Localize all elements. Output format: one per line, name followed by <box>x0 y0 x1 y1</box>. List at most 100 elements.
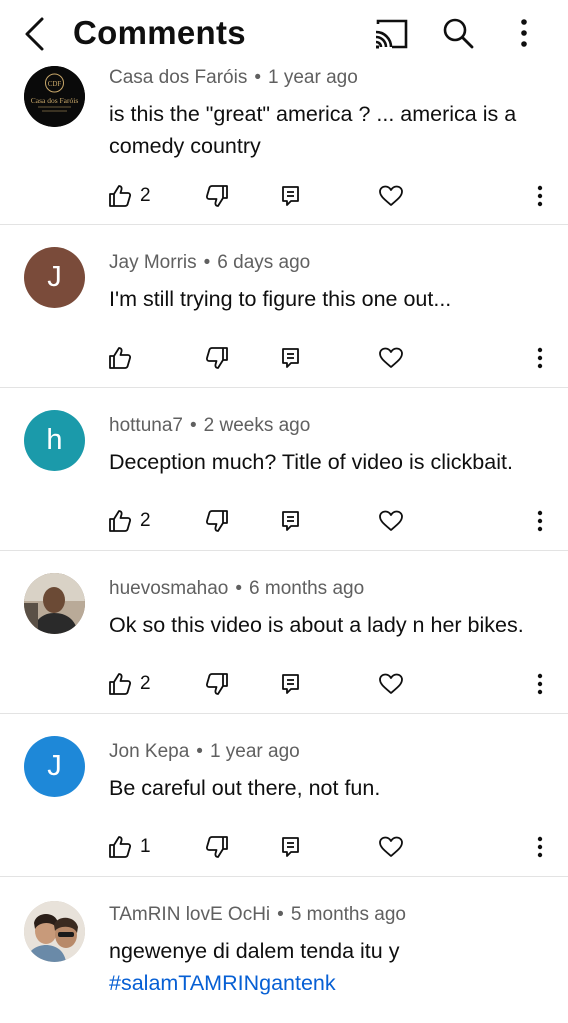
heart-icon <box>379 347 403 368</box>
reply-button[interactable] <box>280 344 302 372</box>
reply-comment-icon <box>282 186 299 206</box>
heart-icon <box>379 673 403 694</box>
comment-text: I'm still trying to figure this one out.… <box>109 287 452 311</box>
like-button[interactable] <box>108 344 140 372</box>
comment-text-line: ngewenye di dalem tenda itu y <box>109 939 400 963</box>
page-title: Comments <box>73 14 246 51</box>
like-button[interactable]: 2 <box>108 507 151 535</box>
comment-text: ngewenye di dalem tenda itu y #salamTAMR… <box>109 935 549 999</box>
hashtag-link[interactable]: #salamTAMRINgantenk <box>109 967 549 999</box>
cast-button[interactable] <box>373 18 409 50</box>
reply-button[interactable] <box>280 833 302 861</box>
dislike-button[interactable] <box>205 670 229 698</box>
comment-time: 5 months ago <box>290 904 406 925</box>
reply-button[interactable] <box>280 670 302 698</box>
dislike-button[interactable] <box>205 507 229 535</box>
comment-meta: Jon Kepa • 1 year ago <box>109 741 300 763</box>
like-count: 2 <box>140 185 151 206</box>
comment-actions: 2 <box>0 182 568 210</box>
comment-author[interactable]: Jon Kepa <box>109 741 189 762</box>
like-button[interactable]: 2 <box>108 670 151 698</box>
comment-time: 2 weeks ago <box>203 415 311 436</box>
comment-item: huevosmahao • 6 months ago Ok so this vide… <box>0 551 568 714</box>
heart-button[interactable] <box>378 833 404 861</box>
reply-comment-icon <box>282 511 299 531</box>
dislike-button[interactable] <box>205 182 229 210</box>
more-vert-icon <box>537 836 543 858</box>
comment-meta: Jay Morris • 6 days ago <box>109 252 310 274</box>
comment-author[interactable]: huevosmahao <box>109 578 228 599</box>
comment-item: CDF Casa dos Faróis Casa dos Faróis • 1 ye… <box>0 62 568 225</box>
comment-meta: hottuna7 • 2 weeks ago <box>109 415 310 437</box>
more-vert-icon <box>537 347 543 369</box>
meta-separator: • <box>196 741 203 762</box>
comments-list: CDF Casa dos Faróis Casa dos Faróis • 1 ye… <box>0 62 568 1017</box>
thumbs-down-icon <box>205 836 228 858</box>
cast-icon <box>375 19 408 49</box>
heart-icon <box>379 510 403 531</box>
comment-more-button[interactable] <box>532 833 548 861</box>
like-button[interactable]: 1 <box>108 833 151 861</box>
thumbs-down-icon <box>205 673 228 695</box>
meta-separator: • <box>254 67 261 88</box>
heart-button[interactable] <box>378 670 404 698</box>
comment-text: Deception much? Title of video is clickb… <box>109 450 513 474</box>
heart-button[interactable] <box>378 182 404 210</box>
comment-time: 6 months ago <box>249 578 365 599</box>
search-button[interactable] <box>441 16 475 50</box>
reply-comment-icon <box>282 348 299 368</box>
comment-author[interactable]: hottuna7 <box>109 415 183 436</box>
top-app-bar: Comments <box>0 0 568 68</box>
more-vert-icon <box>537 185 543 207</box>
user-photo-avatar <box>24 573 85 634</box>
reply-button[interactable] <box>280 507 302 535</box>
heart-icon <box>379 185 403 206</box>
comment-item: J Jon Kepa • 1 year ago Be careful out the… <box>0 714 568 877</box>
back-button[interactable] <box>20 16 54 52</box>
avatar[interactable]: J <box>24 736 85 797</box>
search-icon <box>443 18 474 49</box>
comment-more-button[interactable] <box>532 182 548 210</box>
dislike-button[interactable] <box>205 344 229 372</box>
comment-text: is this the "great" america ? ... americ… <box>109 102 517 158</box>
avatar-letter: J <box>47 261 62 293</box>
comment-meta: Casa dos Faróis • 1 year ago <box>109 67 358 89</box>
user-photo-avatar <box>24 901 85 962</box>
back-arrow-icon <box>25 17 44 51</box>
meta-separator: • <box>277 904 284 925</box>
avatar[interactable] <box>24 573 85 634</box>
comment-author[interactable]: Casa dos Faróis <box>109 67 247 88</box>
reply-comment-icon <box>282 837 299 857</box>
thumbs-up-icon <box>109 185 132 207</box>
thumbs-down-icon <box>205 185 228 207</box>
heart-button[interactable] <box>378 344 404 372</box>
more-vert-icon <box>521 19 527 47</box>
more-vert-icon <box>537 673 543 695</box>
comment-text: Ok so this video is about a lady n her b… <box>109 613 524 637</box>
comment-more-button[interactable] <box>532 344 548 372</box>
like-button[interactable]: 2 <box>108 182 151 210</box>
svg-text:Casa dos Faróis: Casa dos Faróis <box>31 96 79 105</box>
comment-meta: TAmRIN lovE OcHi • 5 months ago <box>109 904 406 926</box>
comment-item: h hottuna7 • 2 weeks ago Deception much? T… <box>0 388 568 551</box>
avatar[interactable]: h <box>24 410 85 471</box>
avatar[interactable] <box>24 901 85 962</box>
comment-author[interactable]: TAmRIN lovE OcHi <box>109 904 270 925</box>
avatar[interactable]: J <box>24 247 85 308</box>
thumbs-down-icon <box>205 347 228 369</box>
svg-text:CDF: CDF <box>48 80 62 88</box>
meta-separator: • <box>189 415 197 436</box>
like-count: 2 <box>140 510 151 531</box>
reply-button[interactable] <box>280 182 302 210</box>
like-count: 2 <box>140 673 151 694</box>
dislike-button[interactable] <box>205 833 229 861</box>
avatar[interactable]: CDF Casa dos Faróis <box>24 66 85 127</box>
comment-more-button[interactable] <box>532 507 548 535</box>
casa-dos-farois-logo: CDF Casa dos Faróis <box>24 66 85 127</box>
more-options-button[interactable] <box>512 16 536 50</box>
comment-more-button[interactable] <box>532 670 548 698</box>
comment-author[interactable]: Jay Morris <box>109 252 197 273</box>
like-count: 1 <box>140 836 151 857</box>
thumbs-up-icon <box>109 673 132 695</box>
heart-button[interactable] <box>378 507 404 535</box>
